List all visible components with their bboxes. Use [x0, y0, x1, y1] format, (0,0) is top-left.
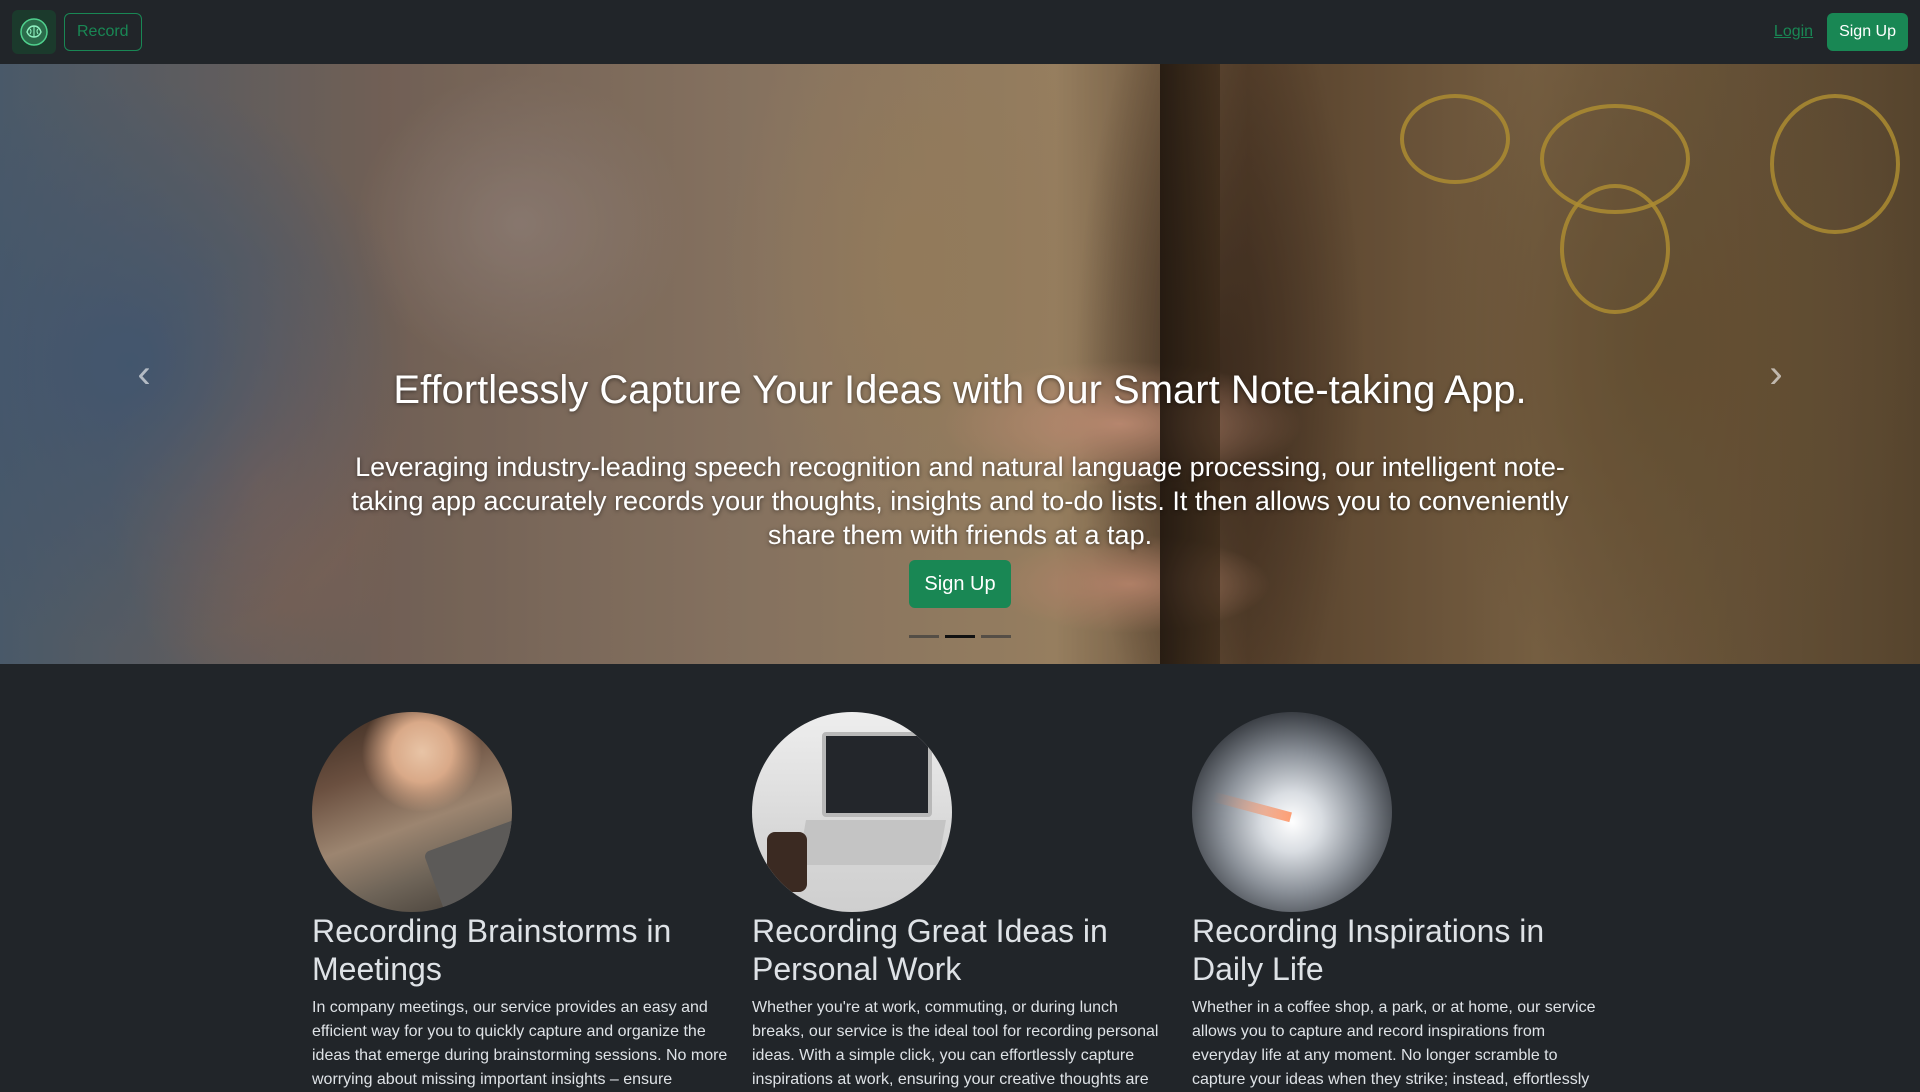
- feature-image-tunnel: [1192, 712, 1392, 912]
- hero-description: Leveraging industry-leading speech recog…: [351, 452, 1569, 550]
- signup-button-hero[interactable]: Sign Up: [909, 560, 1011, 608]
- hero-caption: ‹ › Effortlessly Capture Your Ideas with…: [0, 64, 1920, 664]
- feature-card: Recording Brainstorms in Meetings In com…: [312, 712, 732, 1092]
- record-button[interactable]: Record: [64, 13, 142, 51]
- brain-logo-icon[interactable]: [12, 10, 56, 54]
- feature-title: Recording Brainstorms in Meetings: [312, 913, 672, 987]
- feature-card: Recording Inspirations in Daily Life Whe…: [1192, 712, 1612, 1092]
- features-section: Recording Brainstorms in Meetings In com…: [0, 664, 1920, 1088]
- feature-image-laptop: [752, 712, 952, 912]
- carousel-indicator-1[interactable]: [909, 635, 939, 638]
- carousel-indicators: [909, 635, 1011, 638]
- carousel-indicator-3[interactable]: [981, 635, 1011, 638]
- feature-text: Whether in a coffee shop, a park, or at …: [1192, 999, 1596, 1088]
- signup-button-nav[interactable]: Sign Up: [1827, 13, 1908, 51]
- navbar: Record Login Sign Up: [0, 0, 1920, 64]
- feature-title: Recording Inspirations in Daily Life: [1192, 913, 1545, 987]
- nav-right-group: Login Sign Up: [1774, 13, 1908, 51]
- hero-carousel: ‹ › Effortlessly Capture Your Ideas with…: [0, 64, 1920, 664]
- carousel-indicator-2[interactable]: [945, 635, 975, 638]
- feature-title: Recording Great Ideas in Personal Work: [752, 913, 1108, 987]
- login-link[interactable]: Login: [1774, 23, 1813, 41]
- hero-title: Effortlessly Capture Your Ideas with Our…: [393, 368, 1527, 412]
- feature-image-meeting: [312, 712, 512, 912]
- feature-text: In company meetings, our service provide…: [312, 999, 728, 1088]
- feature-card: Recording Great Ideas in Personal Work W…: [752, 712, 1172, 1092]
- feature-text: Whether you're at work, commuting, or du…: [752, 999, 1159, 1088]
